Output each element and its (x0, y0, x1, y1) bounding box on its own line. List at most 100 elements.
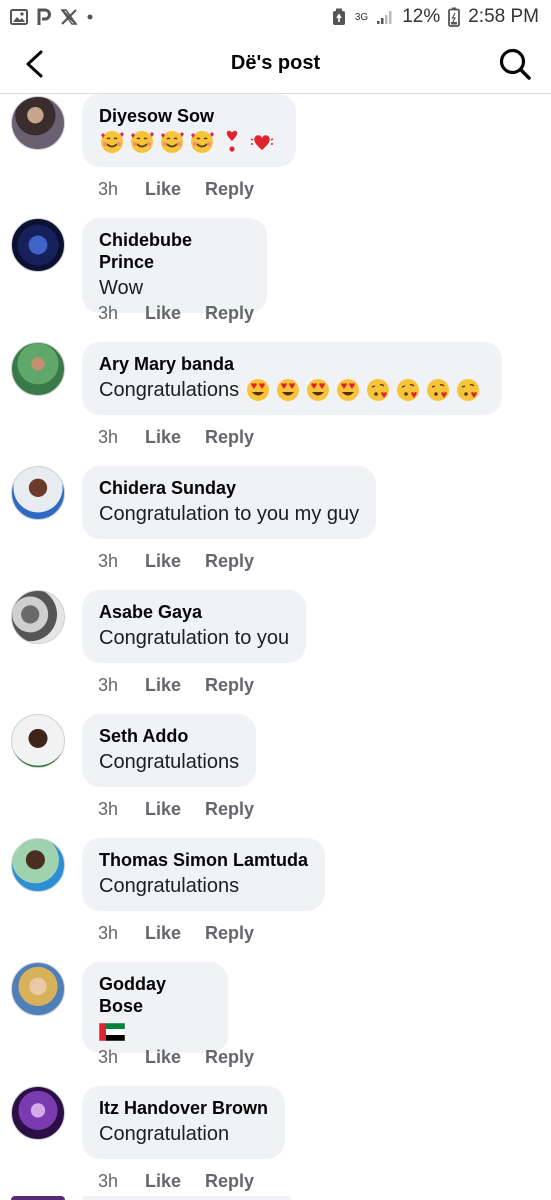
status-left (10, 8, 94, 26)
comment-author[interactable]: Ary Mary banda (99, 353, 485, 375)
comment-author[interactable]: Godday Bose (99, 973, 211, 1017)
comment-time[interactable]: 3h (98, 427, 145, 448)
comment-bubble[interactable] (82, 1196, 292, 1200)
avatar[interactable] (11, 1086, 65, 1140)
face-blowing-kiss-icon (367, 379, 390, 401)
post-header: Dë's post (0, 34, 551, 94)
comment-actions: 3h Like Reply (98, 1171, 254, 1192)
search-button[interactable] (495, 44, 535, 84)
like-button[interactable]: Like (145, 1047, 205, 1068)
avatar[interactable] (11, 218, 65, 272)
comment-author[interactable]: Asabe Gaya (99, 601, 289, 623)
smiling-face-with-hearts-icon (191, 131, 214, 153)
comment-bubble[interactable]: Chidera Sunday Congratulation to you my … (82, 466, 377, 539)
comment-actions: 3h Like Reply (98, 427, 254, 448)
reply-button[interactable]: Reply (205, 1047, 254, 1068)
comment-author[interactable]: Itz Handover Brown (99, 1097, 268, 1119)
like-button[interactable]: Like (145, 799, 205, 820)
back-arrow-icon (26, 50, 43, 78)
comment-item: Ary Mary banda Congratulations 3h Like R… (0, 342, 551, 466)
comment-bubble[interactable]: Chidebube Prince Wow (82, 218, 267, 313)
comment-author[interactable]: Diyesow Sow (99, 105, 279, 127)
reply-button[interactable]: Reply (205, 799, 254, 820)
avatar[interactable] (11, 714, 65, 768)
comment-time[interactable]: 3h (98, 923, 145, 944)
avatar[interactable] (11, 96, 65, 150)
avatar[interactable] (11, 1196, 65, 1200)
more-notifications-dot-icon (86, 13, 94, 21)
like-button[interactable]: Like (145, 675, 205, 696)
status-right: 3G 12% 2:58 PM (331, 6, 539, 28)
comment-time[interactable]: 3h (98, 799, 145, 820)
comment-bubble[interactable]: Seth Addo Congratulations (82, 714, 257, 787)
reply-button[interactable]: Reply (205, 923, 254, 944)
comment-actions: 3h Like Reply (98, 1047, 254, 1068)
reply-button[interactable]: Reply (205, 551, 254, 572)
reply-button[interactable]: Reply (205, 1171, 254, 1192)
comment-author[interactable]: Thomas Simon Lamtuda (99, 849, 308, 871)
comments-list[interactable]: Diyesow Sow 3h Like Reply Chidebube Prin… (0, 94, 551, 1200)
avatar[interactable] (11, 342, 65, 396)
avatar[interactable] (11, 962, 65, 1016)
reply-button[interactable]: Reply (205, 179, 254, 200)
reply-button[interactable]: Reply (205, 427, 254, 448)
gallery-notification-icon (10, 9, 28, 25)
smiling-face-with-hearts-icon (101, 131, 124, 153)
comment-bubble[interactable]: Godday Bose (82, 962, 228, 1053)
comment-author[interactable]: Chidebube Prince (99, 229, 250, 273)
data-saver-icon (331, 8, 347, 26)
comment-bubble[interactable]: Diyesow Sow (82, 94, 296, 167)
battery-icon (448, 7, 461, 27)
comment-author[interactable]: Chidera Sunday (99, 477, 359, 499)
like-button[interactable]: Like (145, 179, 205, 200)
comment-actions: 3h Like Reply (98, 675, 254, 696)
comment-time[interactable]: 3h (98, 551, 145, 572)
face-blowing-kiss-icon (397, 379, 420, 401)
reply-button[interactable]: Reply (205, 303, 254, 324)
comment-item: Asabe Gaya Congratulation to you 3h Like… (0, 590, 551, 714)
comment-time[interactable]: 3h (98, 179, 145, 200)
face-blowing-kiss-icon (457, 379, 480, 401)
comment-time[interactable]: 3h (98, 1171, 145, 1192)
reply-button[interactable]: Reply (205, 675, 254, 696)
heart-eyes-icon (337, 379, 360, 401)
comment-item: Chidera Sunday Congratulation to you my … (0, 466, 551, 590)
comment-actions: 3h Like Reply (98, 799, 254, 820)
search-icon (499, 48, 531, 80)
comment-time[interactable]: 3h (98, 675, 145, 696)
comment-text: Congratulations (99, 377, 485, 403)
smiling-face-with-hearts-icon (161, 131, 184, 153)
heart-exclamation-icon (226, 130, 238, 152)
status-bar: 3G 12% 2:58 PM (0, 0, 551, 34)
comment-bubble[interactable]: Itz Handover Brown Congratulation (82, 1086, 286, 1159)
comment-item: Thomas Simon Lamtuda Congratulations 3h … (0, 838, 551, 962)
comment-time[interactable]: 3h (98, 303, 145, 324)
uae-flag-icon (99, 1023, 125, 1041)
comment-item: Seth Addo Congratulations 3h Like Reply (0, 714, 551, 838)
like-button[interactable]: Like (145, 551, 205, 572)
comment-text-content: Congratulations (99, 379, 240, 401)
comment-text (99, 1019, 211, 1041)
avatar[interactable] (11, 590, 65, 644)
like-button[interactable]: Like (145, 303, 205, 324)
back-button[interactable] (16, 46, 52, 82)
comment-text: Congratulation to you my guy (99, 503, 360, 525)
comment-item: Itz Handover Brown Congratulation 3h Lik… (0, 1086, 551, 1200)
comment-bubble[interactable]: Asabe Gaya Congratulation to you (82, 590, 307, 663)
like-button[interactable]: Like (145, 1171, 205, 1192)
beating-heart-icon (250, 135, 274, 150)
comment-author[interactable]: Seth Addo (99, 725, 239, 747)
heart-eyes-icon (277, 379, 300, 401)
avatar[interactable] (11, 838, 65, 892)
comment-actions: 3h Like Reply (98, 179, 254, 200)
like-button[interactable]: Like (145, 427, 205, 448)
like-button[interactable]: Like (145, 923, 205, 944)
comment-actions: 3h Like Reply (98, 923, 254, 944)
x-notification-icon (60, 8, 78, 26)
page-title: Dë's post (230, 52, 321, 74)
comment-time[interactable]: 3h (98, 1047, 145, 1068)
comment-bubble[interactable]: Ary Mary banda Congratulations (82, 342, 503, 415)
avatar[interactable] (11, 466, 65, 520)
comment-bubble[interactable]: Thomas Simon Lamtuda Congratulations (82, 838, 326, 911)
heart-eyes-icon (247, 379, 270, 401)
